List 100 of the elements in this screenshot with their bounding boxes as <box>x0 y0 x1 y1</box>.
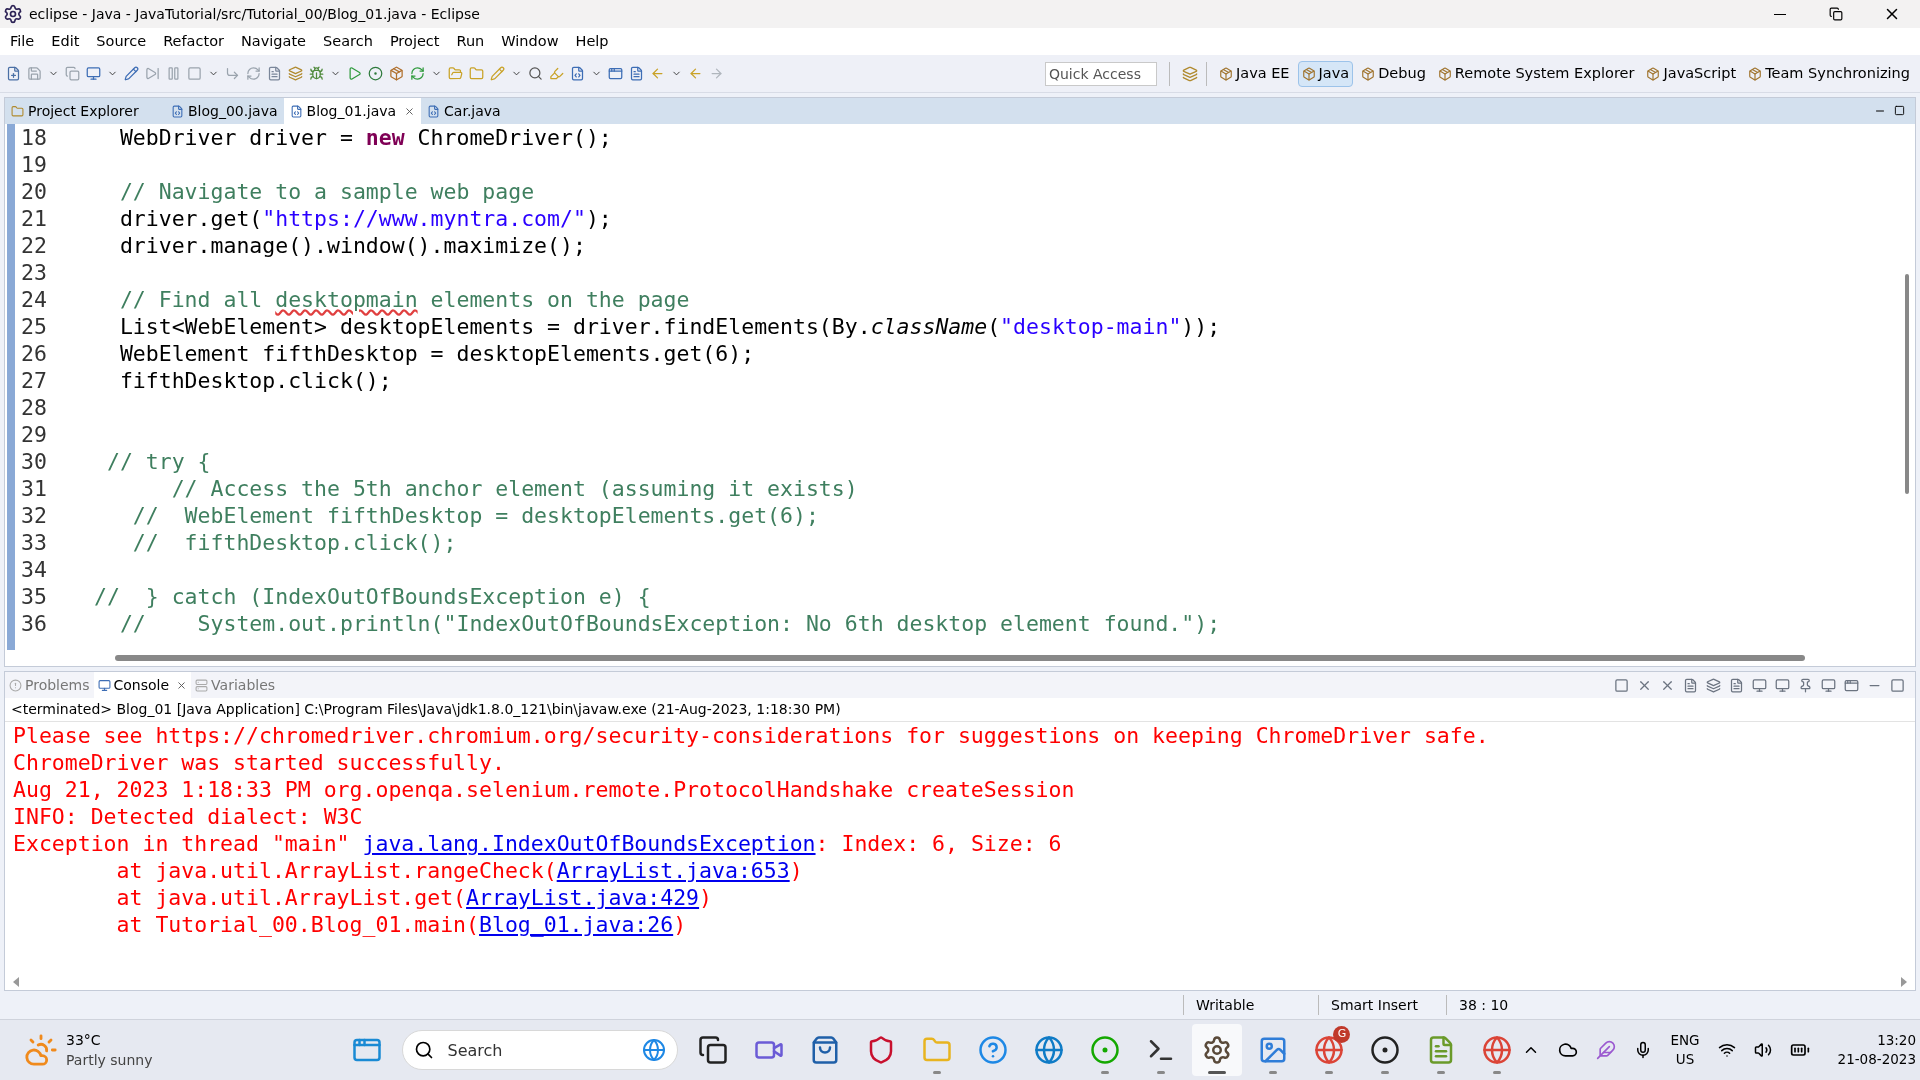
scroll-lock-icon[interactable] <box>1706 677 1721 693</box>
document-icon[interactable] <box>267 66 282 81</box>
line-number: 26 <box>21 340 47 367</box>
view-tab[interactable]: Variables <box>191 672 280 698</box>
perspective-button[interactable]: Java EE <box>1214 60 1294 87</box>
perspective-button[interactable]: JavaScript <box>1642 60 1741 87</box>
volume-icon[interactable] <box>1753 1041 1772 1059</box>
menu-item[interactable]: Search <box>315 30 381 53</box>
skip-icon[interactable] <box>145 66 160 81</box>
editor-tab[interactable]: Blog_01.java <box>283 98 422 124</box>
menu-item[interactable]: Navigate <box>233 30 315 53</box>
pencil-icon[interactable] <box>124 66 139 81</box>
search-field[interactable]: Search <box>402 1030 679 1070</box>
app-logo-icon <box>3 4 23 24</box>
circle-logo-icon <box>1370 1035 1401 1065</box>
line-number: 19 <box>21 151 47 178</box>
cloud-icon[interactable] <box>1558 1040 1579 1060</box>
scrollbar-thumb[interactable] <box>1905 274 1909 494</box>
show-error-icon[interactable] <box>1775 677 1790 693</box>
clear-console-icon[interactable] <box>1683 677 1698 693</box>
code-line: // } catch (IndexOutOfBoundsException e) { <box>94 583 651 610</box>
back-icon[interactable] <box>650 66 665 81</box>
taskbar-app[interactable]: G <box>1304 1024 1355 1076</box>
new-console-icon[interactable] <box>1844 677 1859 693</box>
perspective-button[interactable]: Debug <box>1357 60 1430 87</box>
brush-icon[interactable] <box>490 66 505 81</box>
play-icon[interactable] <box>347 66 362 81</box>
word-wrap-icon[interactable] <box>1729 677 1744 693</box>
menu-item[interactable]: Source <box>88 30 155 53</box>
terminate-icon[interactable] <box>1614 677 1629 693</box>
view-tab[interactable]: Console <box>93 672 192 698</box>
clock-date[interactable]: 21-08-2023 <box>1837 1050 1917 1069</box>
file-icon[interactable] <box>570 66 585 81</box>
menu-item[interactable]: Window <box>493 30 567 53</box>
open-perspective-icon[interactable] <box>1181 65 1198 82</box>
console-line: at java.util.ArrayList.rangeCheck(ArrayList.java:653) <box>115 857 804 884</box>
file-icon <box>289 104 303 118</box>
package-icon[interactable] <box>389 66 404 81</box>
perspective-button[interactable]: Java <box>1297 60 1354 87</box>
language-region[interactable]: US <box>1675 1050 1695 1069</box>
save-icon[interactable] <box>27 66 42 81</box>
perspective-button[interactable]: Team Synchronizing <box>1744 60 1914 87</box>
maximize-icon[interactable] <box>1894 105 1905 116</box>
menu-item[interactable]: Run <box>448 30 493 53</box>
folder-icon <box>11 104 24 118</box>
line-number: 18 <box>21 124 47 151</box>
highlighter-icon[interactable] <box>549 66 564 81</box>
cycle-icon[interactable] <box>410 66 425 81</box>
pause-icon[interactable] <box>166 66 181 81</box>
clock-time[interactable]: 13:20 <box>1877 1031 1917 1050</box>
monitor-icon[interactable] <box>86 66 101 81</box>
alert-icon <box>9 678 22 692</box>
menu-item[interactable]: Help <box>567 30 617 53</box>
copy-icon[interactable] <box>65 66 80 81</box>
pin-icon[interactable] <box>1798 677 1813 693</box>
editor-tab[interactable]: Blog_00.java <box>165 98 284 124</box>
folder-icon[interactable] <box>469 66 484 81</box>
paragraph-icon[interactable] <box>629 66 644 81</box>
menu-item[interactable]: Project <box>381 30 448 53</box>
menu-item[interactable]: File <box>2 30 43 53</box>
console-header: <terminated> Blog_01 [Java Application] C:\Program Files\Java\jdk1.8.0_121\bin\javaw.exe (21-Aug-2023, 1:18:30 PM) <box>5 698 1915 722</box>
package-icon <box>1218 66 1233 81</box>
quick-access-field[interactable]: Quick Access <box>1044 61 1157 86</box>
perspective-button[interactable]: Remote System Explorer <box>1433 60 1639 87</box>
server-icon <box>195 678 209 692</box>
step-icon[interactable] <box>225 66 240 81</box>
menu-item[interactable]: Refactor <box>155 30 232 53</box>
scroll-right-icon[interactable] <box>1901 977 1907 987</box>
circle-logo-icon <box>1090 1035 1121 1065</box>
show-output-icon[interactable] <box>1752 677 1767 693</box>
console-line: Aug 21, 2023 1:18:33 PM org.openqa.selenium.remote.ProtocolHandshake createSession <box>13 776 1076 803</box>
new-file-icon[interactable] <box>6 66 21 81</box>
wifi-icon[interactable] <box>1717 1041 1736 1059</box>
search-icon[interactable] <box>528 66 543 81</box>
editor-tab[interactable]: Car.java <box>421 98 507 124</box>
code-line: WebElement fifthDesktop = desktopElements.get(6); <box>118 340 755 367</box>
folder-icon[interactable] <box>448 66 463 81</box>
close-icon[interactable] <box>176 679 188 691</box>
layers-icon[interactable] <box>288 66 303 81</box>
menu-item[interactable]: Edit <box>43 30 88 53</box>
window-title: eclipse - Java - JavaTutorial/src/Tutorial_00/Blog_01.java - Eclipse <box>29 4 480 24</box>
bug-icon[interactable] <box>309 66 324 81</box>
weather-icon[interactable] <box>24 1033 58 1067</box>
restore-icon <box>1829 7 1843 21</box>
help-icon <box>978 1035 1009 1065</box>
language-indicator[interactable]: ENG <box>1670 1031 1700 1050</box>
close-icon[interactable] <box>404 105 416 117</box>
globe-icon[interactable] <box>642 1038 667 1062</box>
back-icon[interactable] <box>688 66 703 81</box>
view-tab[interactable]: Problems <box>5 672 94 698</box>
scroll-left-icon[interactable] <box>13 977 19 987</box>
code-line: driver.manage().window().maximize(); <box>118 232 586 259</box>
display-console-icon[interactable] <box>1821 677 1836 693</box>
horizontal-scrollbar[interactable] <box>115 655 1805 661</box>
feather-icon[interactable] <box>1596 1040 1617 1060</box>
taskbar-app[interactable] <box>1192 1024 1243 1076</box>
refresh-icon[interactable] <box>246 66 261 81</box>
line-number: 30 <box>21 448 47 475</box>
editor-tab[interactable]: Project Explorer <box>5 98 165 124</box>
window-icon[interactable] <box>608 66 623 81</box>
